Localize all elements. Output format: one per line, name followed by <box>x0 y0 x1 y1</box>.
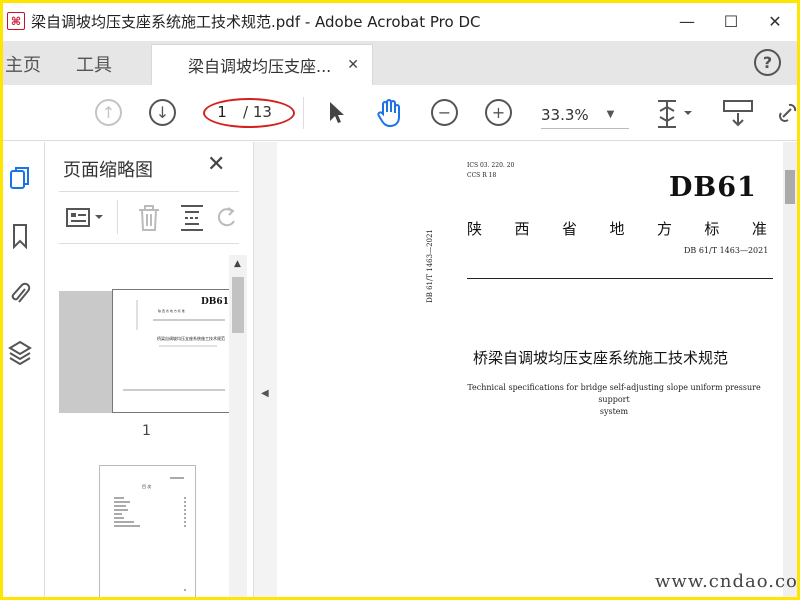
standard-code: DB61 <box>669 172 757 203</box>
toolbar: ↑ ↓ 1 / 13 − + 33.3% ▼ <box>3 85 797 141</box>
window-title: 梁自调坡均压支座系统施工技术规范.pdf - Adobe Acrobat Pro… <box>31 12 481 31</box>
extract-page-icon[interactable] <box>179 204 205 236</box>
ics-line: ICS 03. 220. 20 <box>467 162 515 169</box>
maximize-button[interactable]: ☐ <box>709 3 753 39</box>
thumbnail-options-icon[interactable] <box>65 206 107 234</box>
scroll-mode-icon[interactable] <box>721 99 755 129</box>
panel-title: 页面缩略图 <box>63 160 153 181</box>
delete-page-icon[interactable] <box>137 204 161 236</box>
previous-page-icon[interactable]: ↑ <box>95 99 122 126</box>
thumbnail-scrollbar[interactable]: ▲ <box>229 255 247 597</box>
page-fit-icon[interactable] <box>653 99 697 129</box>
title-en-line: system <box>599 407 629 416</box>
document-view[interactable]: ICS 03. 220. 20 CCS R 18 DB61 陕 西 省 地 方 … <box>277 142 797 597</box>
thumbnails-panel: 页面缩略图 ✕ DB61 陕 西 省 地 方 标 准 桥梁自调坡均压支座系统施工… <box>45 142 254 597</box>
title-bar: ⌘ 梁自调坡均压支座系统施工技术规范.pdf - Adobe Acrobat P… <box>3 3 797 39</box>
scroll-thumb[interactable] <box>232 277 244 333</box>
tab-tools[interactable]: 工具 <box>76 51 112 77</box>
close-panel-icon[interactable]: ✕ <box>207 152 225 177</box>
title-en-line: Technical specifications for bridge self… <box>467 383 761 404</box>
tool-separator <box>117 200 118 234</box>
chevron-up-icon[interactable]: ▲ <box>234 259 241 269</box>
tab-home[interactable]: 主页 <box>5 51 41 77</box>
ics-code: ICS 03. 220. 20 CCS R 18 <box>467 161 514 181</box>
zoom-out-icon[interactable]: − <box>431 99 458 126</box>
standard-number: DB 61/T 1463—2021 <box>684 246 769 255</box>
standard-type-char: 西 <box>514 220 530 238</box>
panel-divider <box>59 191 239 192</box>
document-scrollbar[interactable] <box>783 142 797 597</box>
ccs-line: CCS R 18 <box>467 172 497 179</box>
standard-type-char: 地 <box>609 220 625 238</box>
zoom-value: 33.3% <box>541 105 589 124</box>
side-standard-number: DB 61/T 1463—2021 <box>426 229 434 303</box>
svg-text:陕 西 省 地 方 标 准: 陕 西 省 地 方 标 准 <box>158 308 185 313</box>
panel-collapse-strip[interactable]: ◀ <box>254 142 277 597</box>
minimize-button[interactable]: — <box>665 3 709 39</box>
thumbnail-list: DB61 陕 西 省 地 方 标 准 桥梁自调坡均压支座系统施工技术规范 1 目… <box>59 255 229 597</box>
toolbar-separator <box>303 97 304 129</box>
svg-text:目 次: 目 次 <box>142 483 151 489</box>
chevron-down-icon: ▼ <box>606 109 615 120</box>
scroll-thumb[interactable] <box>785 170 795 204</box>
panel-divider <box>59 243 239 244</box>
left-rail <box>3 142 45 597</box>
attachment-icon[interactable] <box>6 280 34 308</box>
document-tab-label: 梁自调坡均压支座... <box>188 57 332 76</box>
document-tab[interactable]: 梁自调坡均压支座... ✕ <box>151 44 373 85</box>
watermark: www.cndao.com <box>655 571 797 592</box>
bookmark-icon[interactable] <box>6 222 34 250</box>
close-window-button[interactable]: ✕ <box>753 3 797 39</box>
close-tab-icon[interactable]: ✕ <box>347 57 359 73</box>
acrobat-icon: ⌘ <box>7 12 25 30</box>
link-icon[interactable] <box>775 101 797 125</box>
thumbnail-page-1[interactable]: DB61 陕 西 省 地 方 标 准 桥梁自调坡均压支座系统施工技术规范 <box>112 289 229 413</box>
standard-type-char: 陕 <box>467 220 483 238</box>
window-controls: — ☐ ✕ <box>665 3 797 39</box>
zoom-select[interactable]: 33.3% ▼ <box>541 101 629 129</box>
standard-type-char: 标 <box>704 220 720 238</box>
acrobat-window: ⌘ 梁自调坡均压支座系统施工技术规范.pdf - Adobe Acrobat P… <box>3 3 797 597</box>
document-title-cn: 桥梁自调坡均压支座系统施工技术规范 <box>473 349 729 367</box>
tabs-bar: 主页 工具 梁自调坡均压支座... ✕ ? <box>3 41 797 85</box>
help-icon[interactable]: ? <box>754 49 781 76</box>
standard-type: 陕 西 省 地 方 标 准 <box>467 218 767 239</box>
hand-tool-icon[interactable] <box>375 97 405 129</box>
next-page-icon[interactable]: ↓ <box>149 99 176 126</box>
thumbnail-page-label: 1 <box>142 423 151 439</box>
thumbnail-page-2[interactable]: 目 次 <box>99 465 196 597</box>
header-rule <box>467 278 773 279</box>
annotation-ellipse <box>203 98 295 128</box>
page-thumbnails-icon[interactable] <box>6 164 34 192</box>
standard-type-char: 准 <box>751 220 767 238</box>
standard-type-char: 方 <box>656 220 672 238</box>
panel-tools <box>59 200 239 236</box>
select-cursor-icon[interactable] <box>325 99 347 127</box>
layers-icon[interactable] <box>6 338 34 366</box>
svg-text:DB61: DB61 <box>201 297 229 307</box>
svg-text:桥梁自调坡均压支座系统施工技术规范: 桥梁自调坡均压支座系统施工技术规范 <box>157 335 225 341</box>
rotate-page-icon[interactable] <box>217 206 237 234</box>
zoom-in-icon[interactable]: + <box>485 99 512 126</box>
document-title-en: Technical specifications for bridge self… <box>467 382 761 418</box>
collapse-arrow-icon[interactable]: ◀ <box>261 388 269 399</box>
standard-type-char: 省 <box>561 220 577 238</box>
